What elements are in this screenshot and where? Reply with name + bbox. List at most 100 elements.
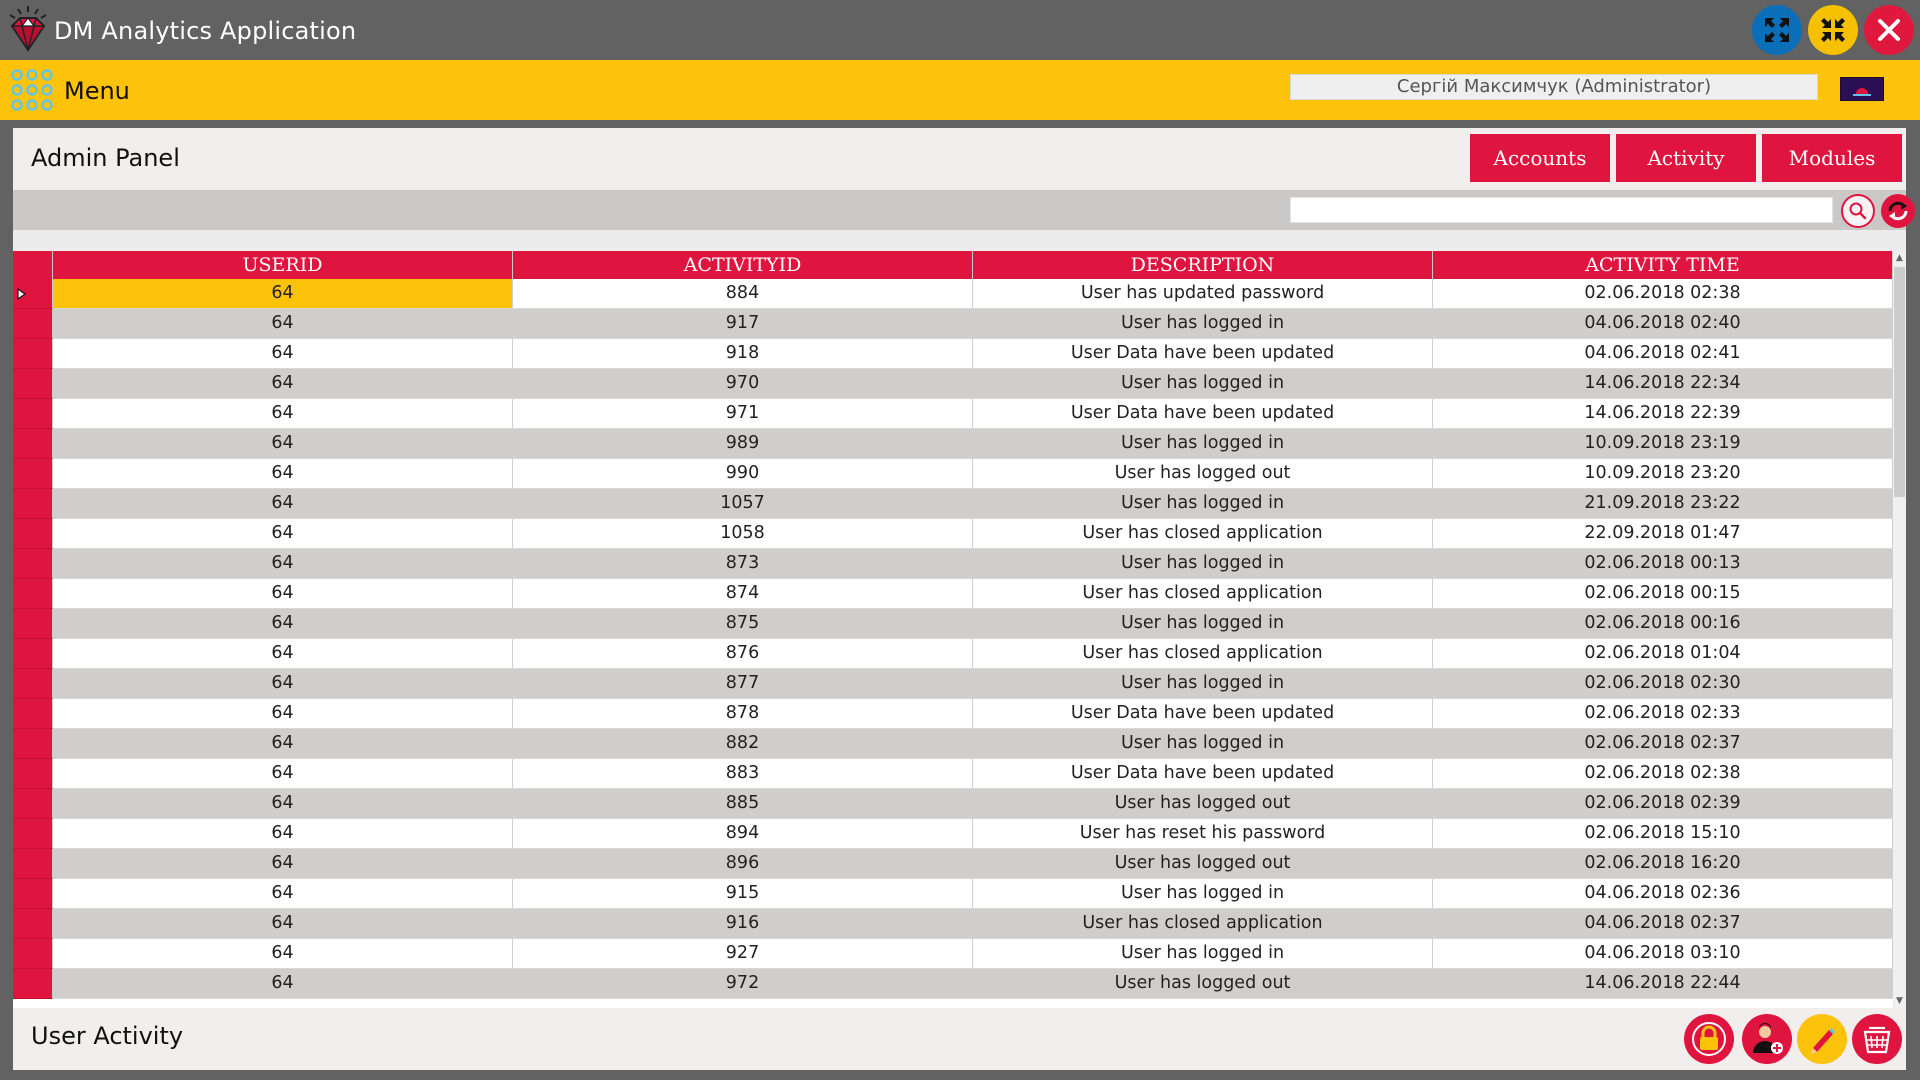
table-row[interactable]: 64 894 User has reset his password 02.06.20… <box>13 819 1893 849</box>
activity-button[interactable]: Activity <box>1616 134 1756 182</box>
add-user-button[interactable] <box>1742 1014 1792 1064</box>
cell-activity-time[interactable]: 22.09.2018 01:47 <box>1433 519 1893 548</box>
table-row[interactable]: 64 917 User has logged in 04.06.2018 02:40 <box>13 309 1893 339</box>
cell-activityid[interactable]: 896 <box>513 849 973 878</box>
cell-activity-time[interactable]: 21.09.2018 23:22 <box>1433 489 1893 518</box>
cell-activityid[interactable]: 877 <box>513 669 973 698</box>
cell-activity-time[interactable]: 02.06.2018 16:20 <box>1433 849 1893 878</box>
cell-activityid[interactable]: 927 <box>513 939 973 968</box>
table-row[interactable]: 64 916 User has closed application 04.06.20… <box>13 909 1893 939</box>
lock-button[interactable] <box>1684 1014 1734 1064</box>
row-header[interactable] <box>13 519 53 549</box>
row-header[interactable] <box>13 939 53 969</box>
cell-activityid[interactable]: 1058 <box>513 519 973 548</box>
row-header[interactable] <box>13 489 53 519</box>
table-row[interactable]: 64 875 User has logged in 02.06.2018 00:16 <box>13 609 1893 639</box>
cell-description[interactable]: User Data have been updated <box>973 699 1433 728</box>
table-row[interactable]: 64 878 User Data have been updated 02.06.20… <box>13 699 1893 729</box>
cell-activity-time[interactable]: 02.06.2018 00:13 <box>1433 549 1893 578</box>
table-row[interactable]: 64 1058 User has closed application 22.09.2… <box>13 519 1893 549</box>
cell-activity-time[interactable]: 02.06.2018 02:38 <box>1433 759 1893 788</box>
cell-activityid[interactable]: 874 <box>513 579 973 608</box>
table-row[interactable]: 64 885 User has logged out 02.06.2018 02:39 <box>13 789 1893 819</box>
cell-activity-time[interactable]: 04.06.2018 02:41 <box>1433 339 1893 368</box>
cell-description[interactable]: User Data have been updated <box>973 339 1433 368</box>
cell-activity-time[interactable]: 02.06.2018 02:37 <box>1433 729 1893 758</box>
row-header[interactable] <box>13 819 53 849</box>
cell-activity-time[interactable]: 04.06.2018 03:10 <box>1433 939 1893 968</box>
refresh-button[interactable] <box>1881 194 1915 228</box>
table-row[interactable]: 64 873 User has logged in 02.06.2018 00:13 <box>13 549 1893 579</box>
cell-userid[interactable]: 64 <box>53 879 513 908</box>
row-header[interactable] <box>13 669 53 699</box>
cell-userid[interactable]: 64 <box>53 729 513 758</box>
cell-userid[interactable]: 64 <box>53 399 513 428</box>
table-row[interactable]: 64 927 User has logged in 04.06.2018 03:10 <box>13 939 1893 969</box>
cell-userid[interactable]: 64 <box>53 669 513 698</box>
cell-description[interactable]: User has closed application <box>973 909 1433 938</box>
cell-activity-time[interactable]: 02.06.2018 02:33 <box>1433 699 1893 728</box>
cell-description[interactable]: User has logged out <box>973 969 1433 998</box>
table-row[interactable]: 64 915 User has logged in 04.06.2018 02:36 <box>13 879 1893 909</box>
cell-userid[interactable]: 64 <box>53 849 513 878</box>
column-header-activity-time[interactable]: ACTIVITY TIME <box>1433 251 1893 279</box>
cell-userid[interactable]: 64 <box>53 939 513 968</box>
cell-activity-time[interactable]: 04.06.2018 02:40 <box>1433 309 1893 338</box>
cell-activity-time[interactable]: 02.06.2018 15:10 <box>1433 819 1893 848</box>
menu-grid-icon[interactable] <box>10 68 54 112</box>
cell-description[interactable]: User has logged out <box>973 459 1433 488</box>
row-header[interactable] <box>13 609 53 639</box>
cell-activityid[interactable]: 883 <box>513 759 973 788</box>
delete-button[interactable] <box>1852 1014 1902 1064</box>
cell-activity-time[interactable]: 10.09.2018 23:19 <box>1433 429 1893 458</box>
scroll-down-arrow[interactable]: ▼ <box>1893 994 1906 1008</box>
cell-userid[interactable]: 64 <box>53 279 513 308</box>
cell-description[interactable]: User has logged in <box>973 729 1433 758</box>
column-header-description[interactable]: DESCRIPTION <box>973 251 1433 279</box>
cell-activity-time[interactable]: 02.06.2018 00:16 <box>1433 609 1893 638</box>
cell-activity-time[interactable]: 02.06.2018 00:15 <box>1433 579 1893 608</box>
cell-userid[interactable]: 64 <box>53 519 513 548</box>
row-header[interactable] <box>13 789 53 819</box>
cell-description[interactable]: User has reset his password <box>973 819 1433 848</box>
cell-description[interactable]: User has closed application <box>973 639 1433 668</box>
table-row[interactable]: 64 884 User has updated password 02.06.2018… <box>13 279 1893 309</box>
cell-description[interactable]: User has logged in <box>973 939 1433 968</box>
cell-userid[interactable]: 64 <box>53 699 513 728</box>
table-row[interactable]: 64 1057 User has logged in 21.09.2018 23:22 <box>13 489 1893 519</box>
search-input[interactable] <box>1290 197 1833 223</box>
cell-description[interactable]: User has updated password <box>973 279 1433 308</box>
column-header-activityid[interactable]: ACTIVITYID <box>513 251 973 279</box>
cell-activityid[interactable]: 990 <box>513 459 973 488</box>
table-row[interactable]: 64 989 User has logged in 10.09.2018 23:19 <box>13 429 1893 459</box>
row-header[interactable] <box>13 639 53 669</box>
table-row[interactable]: 64 990 User has logged out 10.09.2018 23:20 <box>13 459 1893 489</box>
maximize-button[interactable] <box>1752 5 1802 55</box>
row-header[interactable] <box>13 279 53 309</box>
cell-activityid[interactable]: 970 <box>513 369 973 398</box>
cell-description[interactable]: User has logged in <box>973 429 1433 458</box>
scroll-thumb[interactable] <box>1894 267 1905 497</box>
row-header[interactable] <box>13 879 53 909</box>
cell-description[interactable]: User has logged in <box>973 309 1433 338</box>
table-row[interactable]: 64 918 User Data have been updated 04.06.20… <box>13 339 1893 369</box>
cell-activity-time[interactable]: 02.06.2018 02:30 <box>1433 669 1893 698</box>
table-row[interactable]: 64 883 User Data have been updated 02.06.20… <box>13 759 1893 789</box>
modules-button[interactable]: Modules <box>1762 134 1902 182</box>
cell-userid[interactable]: 64 <box>53 639 513 668</box>
row-header[interactable] <box>13 729 53 759</box>
cell-activityid[interactable]: 876 <box>513 639 973 668</box>
cell-activityid[interactable]: 989 <box>513 429 973 458</box>
cell-description[interactable]: User Data have been updated <box>973 759 1433 788</box>
vertical-scrollbar[interactable]: ▲ ▼ <box>1893 251 1906 1008</box>
row-header[interactable] <box>13 369 53 399</box>
cell-activityid[interactable]: 916 <box>513 909 973 938</box>
table-row[interactable]: 64 882 User has logged in 02.06.2018 02:37 <box>13 729 1893 759</box>
accounts-button[interactable]: Accounts <box>1470 134 1610 182</box>
cell-userid[interactable]: 64 <box>53 549 513 578</box>
cell-activity-time[interactable]: 14.06.2018 22:39 <box>1433 399 1893 428</box>
cell-description[interactable]: User has logged in <box>973 609 1433 638</box>
cell-activityid[interactable]: 878 <box>513 699 973 728</box>
restore-button[interactable] <box>1808 5 1858 55</box>
cell-activity-time[interactable]: 04.06.2018 02:36 <box>1433 879 1893 908</box>
